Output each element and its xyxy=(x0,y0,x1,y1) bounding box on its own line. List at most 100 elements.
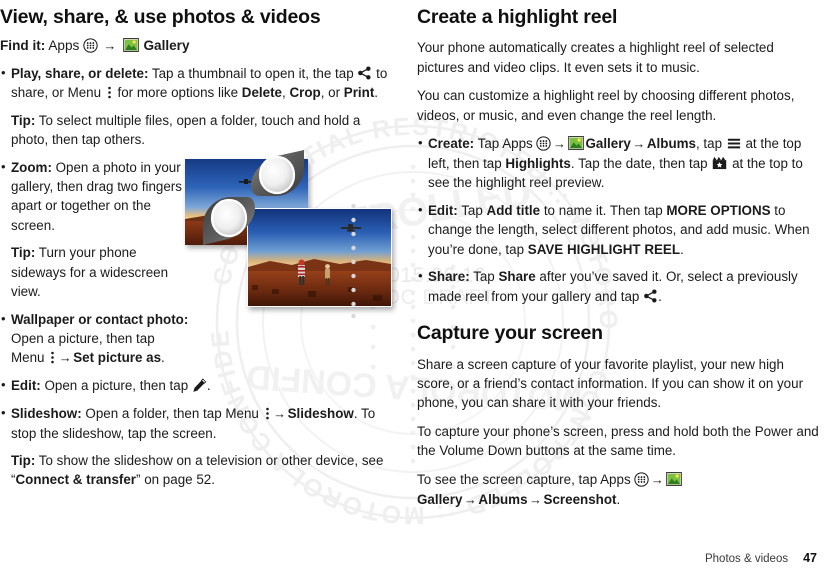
arrow-glyph: → xyxy=(58,350,72,366)
more-options-label[interactable]: MORE OPTIONS xyxy=(666,203,770,218)
bullet-text-4: . xyxy=(680,241,684,257)
tip-text-2: ” on page 52. xyxy=(136,472,215,488)
bullet-text: Tap xyxy=(469,269,499,285)
apps-icon[interactable] xyxy=(634,472,650,487)
arrow-glyph: → xyxy=(632,136,646,152)
bullet-text: Open a picture, then tap xyxy=(40,378,192,394)
add-title-label[interactable]: Add title xyxy=(487,203,541,218)
bullet-text-5: . xyxy=(374,85,379,101)
tip-text: Turn your phone sideways for a widescree… xyxy=(11,245,169,300)
connect-transfer-link[interactable]: Connect & transfer xyxy=(15,472,136,487)
page-footer: Photos & videos 47 xyxy=(705,551,817,565)
gallery-icon[interactable] xyxy=(568,136,585,151)
manual-page: View, share, & use photos & videos Find … xyxy=(0,0,826,573)
bullet-text-2: . xyxy=(206,378,211,394)
bullet-text-3: for more options like xyxy=(113,85,242,101)
print-label: Print xyxy=(343,85,375,101)
gallery-label[interactable]: Gallery xyxy=(417,492,462,507)
highlights-label[interactable]: Highlights xyxy=(505,156,570,171)
photo-thumbnail-front xyxy=(247,208,392,307)
tip-label: Tip: xyxy=(11,245,36,261)
screenshot-label[interactable]: Screenshot xyxy=(544,492,617,507)
gallery-icon[interactable] xyxy=(122,38,139,53)
dotted-guide xyxy=(351,203,356,318)
bullet-text-4: . Tap the date, then tap xyxy=(570,156,712,172)
apps-icon[interactable] xyxy=(536,136,552,151)
albums-label[interactable]: Albums xyxy=(647,136,696,151)
section-title-highlight-reel: Create a highlight reel xyxy=(417,6,618,28)
bullet-text: Tap xyxy=(457,202,487,218)
arrow-glyph: → xyxy=(463,491,477,507)
tip-text: To select multiple files, open a folder,… xyxy=(11,112,361,148)
share-icon[interactable] xyxy=(357,66,372,80)
left-column: View, share, & use photos & videos Find … xyxy=(0,0,400,490)
arrow-glyph: → xyxy=(103,38,117,54)
highlight-reel-customize-paragraph: You can customize a highlight reel by ch… xyxy=(417,88,795,123)
apps-icon[interactable] xyxy=(83,38,98,54)
share-label[interactable]: Share xyxy=(498,269,535,284)
tip-label: Tip: xyxy=(11,112,36,128)
pencil-edit-icon[interactable] xyxy=(192,378,207,393)
tip-widescreen: Tip: Turn your phone sideways for a wide… xyxy=(0,243,191,301)
footer-page-number: 47 xyxy=(803,551,817,565)
share-icon[interactable] xyxy=(643,289,658,303)
bullet-term: Play, share, or delete: xyxy=(11,65,149,81)
bullet-term: Share: xyxy=(428,269,470,285)
bullet-text-2: to name it. Then tap xyxy=(540,202,667,218)
page-title: View, share, & use photos & videos xyxy=(0,6,321,28)
set-picture-as-label: Set picture as xyxy=(73,350,162,366)
find-it-label: Find it: xyxy=(0,38,46,54)
tip-multiselect: Tip: To select multiple files, open a fo… xyxy=(0,111,400,150)
apps-label: Apps xyxy=(48,38,80,54)
find-it-line: Find it: Apps → Gallery xyxy=(0,37,400,55)
section-title-capture-screen: Capture your screen xyxy=(417,322,603,345)
bullet-term: Create: xyxy=(428,136,475,152)
bullet-term: Edit: xyxy=(11,378,41,394)
right-column: Create a highlight reel Your phone autom… xyxy=(417,0,819,518)
list-item-share-reel: Share: Tap Share after you’ve saved it. … xyxy=(417,267,819,306)
crop-label: Crop xyxy=(289,85,321,101)
save-highlight-reel-label[interactable]: SAVE HIGHLIGHT REEL xyxy=(528,242,680,257)
list-item-wallpaper: Wallpaper or contact photo: Open a pictu… xyxy=(0,310,191,369)
bullet-text-2: . xyxy=(161,350,165,366)
bullet-term: Zoom: xyxy=(11,159,52,175)
list-item-play-share-delete: Play, share, or delete: Tap a thumbnail … xyxy=(0,64,400,103)
bullet-text-4: , or xyxy=(320,85,344,101)
slideshow-label: Slideshow xyxy=(287,405,354,421)
hamburger-menu-icon[interactable] xyxy=(727,137,741,150)
finger-gesture-top xyxy=(251,150,304,196)
gallery-label[interactable]: Gallery xyxy=(143,38,189,53)
menu-dots-icon[interactable] xyxy=(107,85,112,100)
list-item-edit-reel: Edit: Tap Add title to name it. Then tap… xyxy=(417,201,819,259)
tip-label: Tip: xyxy=(11,453,36,469)
gallery-icon[interactable] xyxy=(666,471,683,486)
arrow-glyph: → xyxy=(273,405,287,421)
tip-television: Tip: To show the slideshow on a televisi… xyxy=(0,451,400,490)
list-item-edit: Edit: Open a picture, then tap . xyxy=(0,376,400,395)
gallery-label[interactable]: Gallery xyxy=(585,136,630,151)
capture-view-paragraph: To see the screen capture, tap Apps → Ga… xyxy=(417,470,819,510)
finger-gesture-bottom xyxy=(203,197,255,245)
arrow-glyph: → xyxy=(650,471,664,487)
highlight-reel-intro-paragraph: Your phone automatically creates a highl… xyxy=(417,40,774,75)
footer-section-name: Photos & videos xyxy=(704,553,789,565)
bullet-text-3: . xyxy=(658,288,662,304)
paragraph-text: To see the screen capture, tap Apps xyxy=(417,471,635,487)
list-item-slideshow: Slideshow: Open a folder, then tap Menu … xyxy=(0,404,400,443)
bullet-term: Wallpaper or contact photo: xyxy=(11,311,189,327)
capture-intro-paragraph: Share a screen capture of your favorite … xyxy=(417,356,804,411)
arrow-glyph: → xyxy=(529,491,543,507)
bullet-term: Edit: xyxy=(428,202,458,218)
arrow-glyph: → xyxy=(552,136,566,152)
paragraph-text-2: . xyxy=(616,491,621,507)
bullet-text: Open a folder, then tap Menu xyxy=(81,405,263,421)
albums-label[interactable]: Albums xyxy=(478,492,527,507)
menu-dots-icon[interactable] xyxy=(50,350,55,365)
bullet-text: Tap Apps xyxy=(474,136,537,152)
bullet-term: Slideshow: xyxy=(11,405,82,421)
capture-howto-paragraph: To capture your phone’s screen, press an… xyxy=(417,423,819,459)
highlight-reel-clapper-icon[interactable] xyxy=(712,156,727,170)
bullet-text-2: , tap xyxy=(695,136,726,152)
menu-dots-icon[interactable] xyxy=(265,406,270,421)
zoom-gesture-illustration xyxy=(185,150,392,322)
